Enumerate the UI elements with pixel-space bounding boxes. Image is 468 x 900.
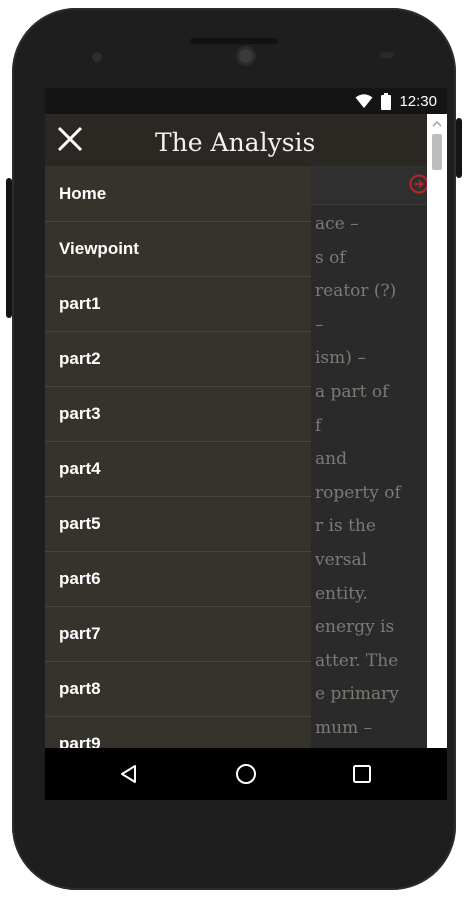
- front-camera: [236, 46, 256, 66]
- article-line: ism) –: [315, 348, 366, 369]
- scroll-up-icon[interactable]: [431, 118, 443, 130]
- article-line: roperty of: [315, 482, 401, 503]
- home-button[interactable]: [234, 762, 258, 786]
- phone-frame: 12:30 The Analysis ace – s of reator (?)…: [6, 8, 462, 890]
- drawer-item-part2[interactable]: part2: [45, 332, 311, 387]
- close-icon: [57, 126, 83, 152]
- battery-icon: [381, 92, 392, 110]
- drawer-item-part5[interactable]: part5: [45, 497, 311, 552]
- article-line: ace –: [315, 214, 359, 234]
- article-line: entity.: [315, 583, 368, 604]
- article-line: –: [315, 314, 324, 335]
- article-line: reator (?): [315, 281, 397, 302]
- power-button: [456, 118, 462, 178]
- volume-button: [6, 178, 12, 318]
- article-line: f: [315, 415, 322, 436]
- recents-button[interactable]: [350, 762, 374, 786]
- app-bar: The Analysis: [45, 114, 447, 166]
- drawer-item-part7[interactable]: part7: [45, 607, 311, 662]
- drawer-item-home[interactable]: Home: [45, 166, 311, 222]
- back-button[interactable]: [117, 762, 141, 786]
- arrow-circle-right-icon: [409, 174, 429, 194]
- next-button[interactable]: [409, 174, 429, 194]
- article-line: and: [315, 449, 347, 470]
- drawer-item-viewpoint[interactable]: Viewpoint: [45, 222, 311, 277]
- article-line: versal: [315, 549, 368, 570]
- wifi-icon: [355, 94, 373, 108]
- proximity-sensor: [92, 52, 102, 62]
- article-line: r is the: [315, 516, 376, 537]
- close-drawer-button[interactable]: [55, 124, 85, 154]
- article-line: a part of: [315, 381, 389, 402]
- article-text: ace – s of reator (?) – ism) – a part of…: [309, 208, 429, 748]
- article-line: e primary: [315, 684, 399, 705]
- system-nav-bar: [45, 748, 447, 800]
- status-icons: 12:30: [355, 91, 437, 111]
- drawer-item-part9[interactable]: part9: [45, 717, 311, 748]
- drawer-item-part1[interactable]: part1: [45, 277, 311, 332]
- speaker-grille: [190, 38, 278, 44]
- back-icon: [121, 765, 136, 783]
- scrollbar[interactable]: [427, 114, 447, 748]
- status-bar: 12:30: [45, 88, 447, 114]
- article-line: s of: [315, 247, 346, 268]
- drawer-item-part6[interactable]: part6: [45, 552, 311, 607]
- drawer-item-part4[interactable]: part4: [45, 442, 311, 497]
- scroll-thumb[interactable]: [432, 134, 442, 170]
- navigation-drawer: Home Viewpoint part1 part2 part3 part4 p…: [45, 166, 311, 748]
- drawer-item-part3[interactable]: part3: [45, 387, 311, 442]
- article-line: mum –: [315, 717, 373, 738]
- drawer-item-part8[interactable]: part8: [45, 662, 311, 717]
- status-clock: 12:30: [399, 92, 437, 110]
- home-icon: [236, 764, 256, 784]
- article-line: energy is: [315, 617, 395, 638]
- light-sensor: [380, 52, 394, 58]
- screen: 12:30 The Analysis ace – s of reator (?)…: [45, 88, 447, 800]
- article-line: atter. The: [315, 650, 399, 671]
- recents-icon: [353, 765, 371, 783]
- app-title: The Analysis: [155, 128, 316, 157]
